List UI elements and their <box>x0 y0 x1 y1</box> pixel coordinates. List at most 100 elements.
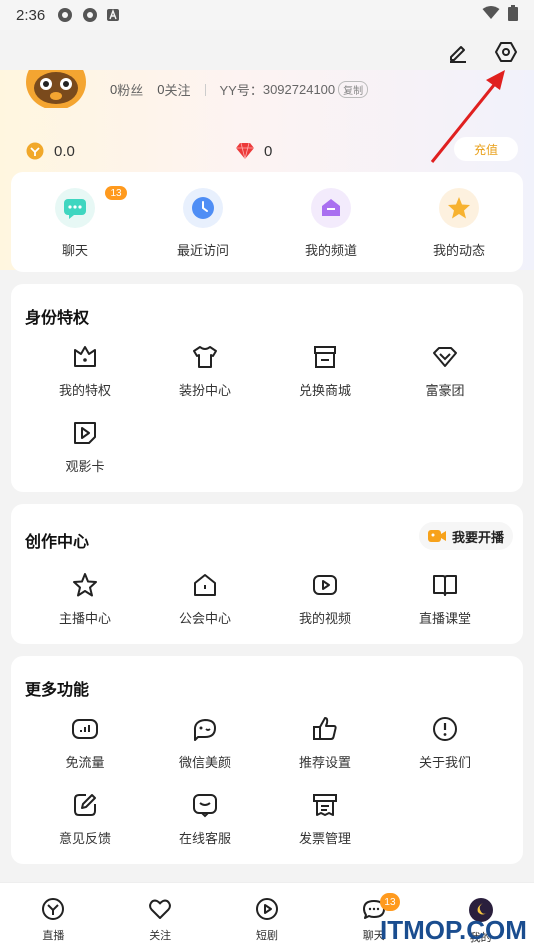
grid-item-label: 我的特权 <box>58 383 111 398</box>
quick-action-chat[interactable]: 13 聊天 <box>11 186 139 259</box>
wallet-row: 0.0 0 充值 <box>26 137 518 161</box>
fans-count[interactable]: 0 <box>110 82 117 97</box>
thumbs-up-icon <box>313 717 337 740</box>
video-icon <box>313 575 337 595</box>
quick-action-my-channel[interactable]: 我的频道 <box>267 188 395 259</box>
go-live-label: 我要开播 <box>451 529 504 545</box>
go-live-button[interactable]: 我要开播 <box>419 522 513 550</box>
section-title: 更多功能 <box>25 682 90 699</box>
traffic-icon <box>72 719 98 739</box>
invoice-icon <box>313 794 337 816</box>
app-notification-icon <box>82 7 98 23</box>
quick-actions-card: 13 聊天 最近访问 我的频道 我的动态 <box>11 172 523 272</box>
grid-item-label: 在线客服 <box>178 831 231 846</box>
star-icon <box>448 197 470 219</box>
identity-privileges-card: 身份特权 我的特权 装扮中心 兑换商城 富豪团 观影卡 <box>11 284 523 492</box>
feedback-icon <box>74 794 96 816</box>
camera-icon <box>427 530 446 542</box>
quick-action-label: 最近访问 <box>176 243 229 258</box>
grid-item-feedback[interactable]: 意见反馈 <box>25 790 145 847</box>
battery-icon <box>508 5 518 25</box>
grid-item-label: 发票管理 <box>298 831 351 846</box>
grid-item-label: 主播中心 <box>58 611 111 626</box>
clock-icon <box>192 197 214 219</box>
book-icon <box>433 575 457 596</box>
recharge-button[interactable]: 充值 <box>454 137 518 161</box>
quick-action-recent-visits[interactable]: 最近访问 <box>139 188 267 259</box>
grid-item-label: 兑换商城 <box>298 383 351 398</box>
grid-item-recommend-settings[interactable]: 推荐设置 <box>265 714 385 771</box>
coin-balance[interactable]: 0.0 <box>26 142 75 160</box>
star-outline-icon <box>73 573 97 597</box>
wifi-icon <box>482 6 500 24</box>
grid-item-label: 观影卡 <box>65 459 105 474</box>
coin-value: 0.0 <box>54 142 75 160</box>
grid-item-label: 直播课堂 <box>418 611 471 626</box>
nav-live[interactable]: 直播 <box>0 883 107 950</box>
divider <box>204 83 206 96</box>
fans-label[interactable]: 粉丝 <box>117 80 143 99</box>
diamond-gem-icon <box>236 143 254 159</box>
grid-item-online-service[interactable]: 在线客服 <box>145 790 265 847</box>
status-bar: 2:36 <box>0 0 534 30</box>
settings-button[interactable] <box>492 38 520 66</box>
customer-service-icon <box>193 794 217 818</box>
beauty-icon <box>193 719 216 741</box>
house-icon <box>194 574 216 596</box>
grid-item-rich-club[interactable]: 富豪团 <box>385 342 505 399</box>
channel-icon <box>322 199 340 216</box>
grid-item-live-classroom[interactable]: 直播课堂 <box>385 570 505 627</box>
grid-item-exchange-store[interactable]: 兑换商城 <box>265 342 385 399</box>
grid-item-anchor-center[interactable]: 主播中心 <box>25 570 145 627</box>
diamond-icon <box>433 347 457 367</box>
grid-item-wechat-beauty[interactable]: 微信美颜 <box>145 714 265 771</box>
grid-item-label: 公会中心 <box>178 611 231 626</box>
edit-profile-button[interactable] <box>444 38 472 66</box>
store-icon <box>314 346 336 368</box>
copy-button[interactable]: 复制 <box>338 81 369 98</box>
grid-item-my-videos[interactable]: 我的视频 <box>265 570 385 627</box>
shirt-icon <box>193 346 217 368</box>
chat-nav-badge: 13 <box>380 893 400 911</box>
nav-short-drama[interactable]: 短剧 <box>214 883 321 950</box>
follow-count[interactable]: 0 <box>157 82 164 97</box>
nav-follow[interactable]: 关注 <box>107 883 214 950</box>
crown-icon <box>74 346 96 367</box>
section-title: 创作中心 <box>25 534 90 551</box>
grid-item-free-traffic[interactable]: 免流量 <box>25 714 145 771</box>
chat-count-badge: 13 <box>105 186 127 200</box>
play-icon <box>255 898 278 920</box>
quick-action-my-feed[interactable]: 我的动态 <box>395 188 523 259</box>
grid-item-label: 我的视频 <box>298 611 351 626</box>
app-notification-icon <box>57 7 73 23</box>
more-functions-card: 更多功能 免流量 微信美颜 推荐设置 关于我们 意见反馈 在线客服 发票管理 <box>11 656 523 864</box>
nav-label: 短剧 <box>255 930 278 942</box>
status-time: 2:36 <box>16 6 46 24</box>
follow-label[interactable]: 关注 <box>164 80 190 99</box>
settings-hexagon-icon <box>495 42 517 62</box>
nav-label: 直播 <box>42 930 65 942</box>
grid-item-guild-center[interactable]: 公会中心 <box>145 570 265 627</box>
nav-label: 关注 <box>149 930 172 942</box>
yy-number: 3092724100 <box>262 82 336 97</box>
avatar[interactable] <box>24 70 88 108</box>
pencil-icon <box>450 46 466 63</box>
grid-item-dress-center[interactable]: 装扮中心 <box>145 342 265 399</box>
info-icon <box>433 717 457 741</box>
grid-item-label: 免流量 <box>65 755 105 770</box>
quick-action-label: 聊天 <box>61 243 88 258</box>
grid-item-label: 关于我们 <box>418 755 471 770</box>
diamond-value: 0 <box>264 142 273 160</box>
watermark: ITMOP.COM <box>380 915 527 945</box>
chat-icon <box>64 199 86 219</box>
grid-item-invoice-management[interactable]: 发票管理 <box>265 790 385 847</box>
quick-action-label: 我的动态 <box>432 243 485 258</box>
yy-label: YY号： <box>219 83 263 98</box>
grid-item-label: 意见反馈 <box>58 831 111 846</box>
grid-item-label: 微信美颜 <box>178 755 231 770</box>
grid-item-movie-card[interactable]: 观影卡 <box>25 418 145 475</box>
diamond-balance[interactable]: 0 <box>236 143 272 160</box>
movie-card-icon <box>74 422 96 444</box>
grid-item-my-privileges[interactable]: 我的特权 <box>25 342 145 399</box>
grid-item-about-us[interactable]: 关于我们 <box>385 714 505 771</box>
